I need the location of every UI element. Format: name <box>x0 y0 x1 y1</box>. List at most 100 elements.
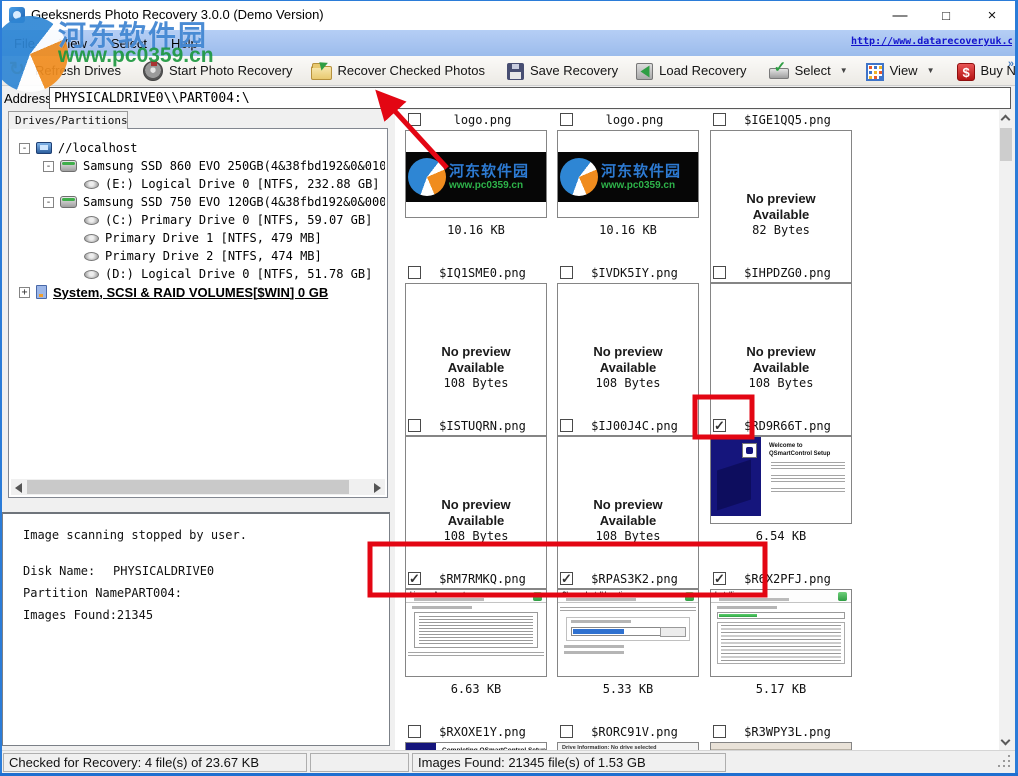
photo-item: $R6X2PFJ.pngInstalling5.17 KB <box>710 572 853 725</box>
tree-expander[interactable]: - <box>43 161 54 172</box>
scan-info-panel: Image scanning stopped by user. Disk Nam… <box>2 512 390 746</box>
tree-item[interactable]: Primary Drive 2 [NTFS, 474 MB] <box>11 247 385 265</box>
photo-preview[interactable]: Drive Information: No drive selectedDisk… <box>557 742 699 750</box>
photo-item: $IQ1SME0.pngNo previewAvailable108 Bytes <box>405 266 548 419</box>
recover-checked-photos-button[interactable]: Recover Checked Photos <box>302 57 494 85</box>
tree-expander[interactable]: - <box>43 197 54 208</box>
scrollbar-thumb[interactable] <box>1000 128 1012 161</box>
photo-checkbox[interactable] <box>713 725 726 738</box>
save-recovery-button[interactable]: Save Recovery <box>498 57 627 85</box>
photo-item: $IGE1QQ5.pngNo previewAvailable82 Bytes <box>710 113 853 266</box>
photo-checkbox[interactable] <box>408 266 421 279</box>
photo-preview[interactable]: No previewAvailable <box>710 283 852 436</box>
photo-checkbox[interactable] <box>713 266 726 279</box>
menu-select[interactable]: Select <box>99 36 159 51</box>
photo-filename: $RPAS3K2.png <box>557 572 700 586</box>
tree-expander[interactable]: + <box>19 287 30 298</box>
logo-preview-band: 河东软件园www.pc0359.cn <box>558 152 698 202</box>
website-link[interactable]: http://www.datarecoveryuk.com <box>851 36 1012 47</box>
toolbar: Refresh Drives Start Photo Recovery Reco… <box>0 56 1018 86</box>
scroll-up-icon[interactable] <box>1001 115 1011 125</box>
maximize-icon[interactable]: □ <box>923 0 969 30</box>
menu-file[interactable]: File <box>2 36 47 51</box>
photo-checkbox[interactable] <box>560 419 573 432</box>
photo-preview[interactable] <box>710 742 852 750</box>
photo-checkbox[interactable] <box>560 572 573 585</box>
tab-drives-partitions[interactable]: Drives/Partitions <box>8 111 128 129</box>
scroll-left-icon[interactable] <box>15 483 22 493</box>
address-input[interactable] <box>49 87 1011 109</box>
minimize-icon[interactable]: — <box>877 0 923 30</box>
photo-checkbox[interactable] <box>713 572 726 585</box>
photo-checkbox[interactable] <box>560 266 573 279</box>
photo-filename: $ISTUQRN.png <box>405 419 548 433</box>
photo-filename: $IVDK5IY.png <box>557 266 700 280</box>
grid-vertical-scrollbar[interactable] <box>999 110 1013 750</box>
photo-checkbox[interactable] <box>560 725 573 738</box>
load-icon <box>636 63 653 80</box>
photo-filename: $IHPDZG0.png <box>710 266 853 280</box>
start-photo-recovery-button[interactable]: Start Photo Recovery <box>134 57 302 85</box>
address-label: Address: <box>4 91 55 106</box>
photo-checkbox[interactable] <box>560 113 573 126</box>
photo-preview[interactable]: 河东软件园www.pc0359.cn <box>405 130 547 218</box>
select-dropdown-button[interactable]: Select ▼ <box>760 57 857 85</box>
photo-filename: $R3WPY3L.png <box>710 725 853 739</box>
photo-preview[interactable]: No previewAvailable <box>710 130 852 283</box>
toolbar-overflow-chevron[interactable]: » <box>1008 58 1014 70</box>
tree-horizontal-scrollbar[interactable] <box>11 479 385 495</box>
site-logo-icon <box>408 158 446 196</box>
photo-checkbox[interactable] <box>408 725 421 738</box>
resize-grip[interactable] <box>1008 765 1010 767</box>
tree-item[interactable]: (C:) Primary Drive 0 [NTFS, 59.07 GB] <box>11 211 385 229</box>
photo-preview[interactable]: Installing <box>710 589 852 677</box>
photo-preview[interactable]: No previewAvailable <box>557 436 699 589</box>
tree-item[interactable]: -//localhost <box>11 139 385 157</box>
photo-checkbox[interactable] <box>713 113 726 126</box>
photo-preview[interactable]: Completing QSmartControl Setup <box>405 742 547 750</box>
tree-expander[interactable]: - <box>19 143 30 154</box>
photo-checkbox[interactable] <box>408 113 421 126</box>
photo-preview[interactable]: No previewAvailable <box>557 283 699 436</box>
drives-panel: -//localhost-Samsung SSD 860 EVO 250GB(4… <box>8 128 388 498</box>
info-field-value: 21345 <box>117 608 153 622</box>
menu-view[interactable]: View <box>47 36 99 51</box>
scroll-down-icon[interactable] <box>1001 736 1011 746</box>
close-icon[interactable]: × <box>969 0 1015 30</box>
photo-recovery-window: Geeksnerds Photo Recovery 3.0.0 (Demo Ve… <box>0 0 1018 776</box>
scroll-right-icon[interactable] <box>374 483 381 493</box>
tree-label: (C:) Primary Drive 0 [NTFS, 59.07 GB] <box>105 213 372 227</box>
view-dropdown-button[interactable]: View ▼ <box>857 57 944 85</box>
tree-item[interactable]: -Samsung SSD 750 EVO 120GB(4&38fbd192&0&… <box>11 193 385 211</box>
info-field-label: Partition Name <box>23 586 124 600</box>
photo-preview[interactable]: Choose Install Location <box>557 589 699 677</box>
photo-preview[interactable]: Welcome to QSmartControl Setup <box>710 436 852 524</box>
photo-checkbox[interactable] <box>713 419 726 432</box>
app-icon <box>9 7 25 23</box>
photo-checkbox[interactable] <box>408 572 421 585</box>
refresh-drives-button[interactable]: Refresh Drives <box>0 57 130 85</box>
tree-item[interactable]: Primary Drive 1 [NTFS, 479 MB] <box>11 229 385 247</box>
statusbar-images-found: Images Found: 21345 file(s) of 1.53 GB <box>412 753 726 772</box>
tree-expander-spacer <box>67 233 78 244</box>
select-check-icon <box>769 68 789 79</box>
no-preview-text: No preview <box>593 344 662 360</box>
no-preview-text: No preview <box>593 497 662 513</box>
photo-filesize: 108 Bytes <box>405 529 547 543</box>
tree-item[interactable]: +System, SCSI & RAID VOLUMES[$WIN] 0 GB <box>11 283 385 301</box>
photo-preview[interactable]: License Agreement <box>405 589 547 677</box>
menu-help[interactable]: Help <box>159 36 210 51</box>
photo-preview[interactable]: No previewAvailable <box>405 283 547 436</box>
photo-checkbox[interactable] <box>408 419 421 432</box>
t-raid-icon <box>36 285 47 299</box>
scrollbar-thumb[interactable] <box>27 480 349 494</box>
dollar-icon <box>957 63 975 81</box>
tree-item[interactable]: (E:) Logical Drive 0 [NTFS, 232.88 GB] <box>11 175 385 193</box>
tree-item[interactable]: (D:) Logical Drive 0 [NTFS, 51.78 GB] <box>11 265 385 283</box>
tree-label: (D:) Logical Drive 0 [NTFS, 51.78 GB] <box>105 267 372 281</box>
tree-item[interactable]: -Samsung SSD 860 EVO 250GB(4&38fbd192&0&… <box>11 157 385 175</box>
photo-preview[interactable]: No previewAvailable <box>405 436 547 589</box>
photo-filesize: 6.63 KB <box>405 682 547 696</box>
load-recovery-button[interactable]: Load Recovery <box>627 57 755 85</box>
photo-preview[interactable]: 河东软件园www.pc0359.cn <box>557 130 699 218</box>
